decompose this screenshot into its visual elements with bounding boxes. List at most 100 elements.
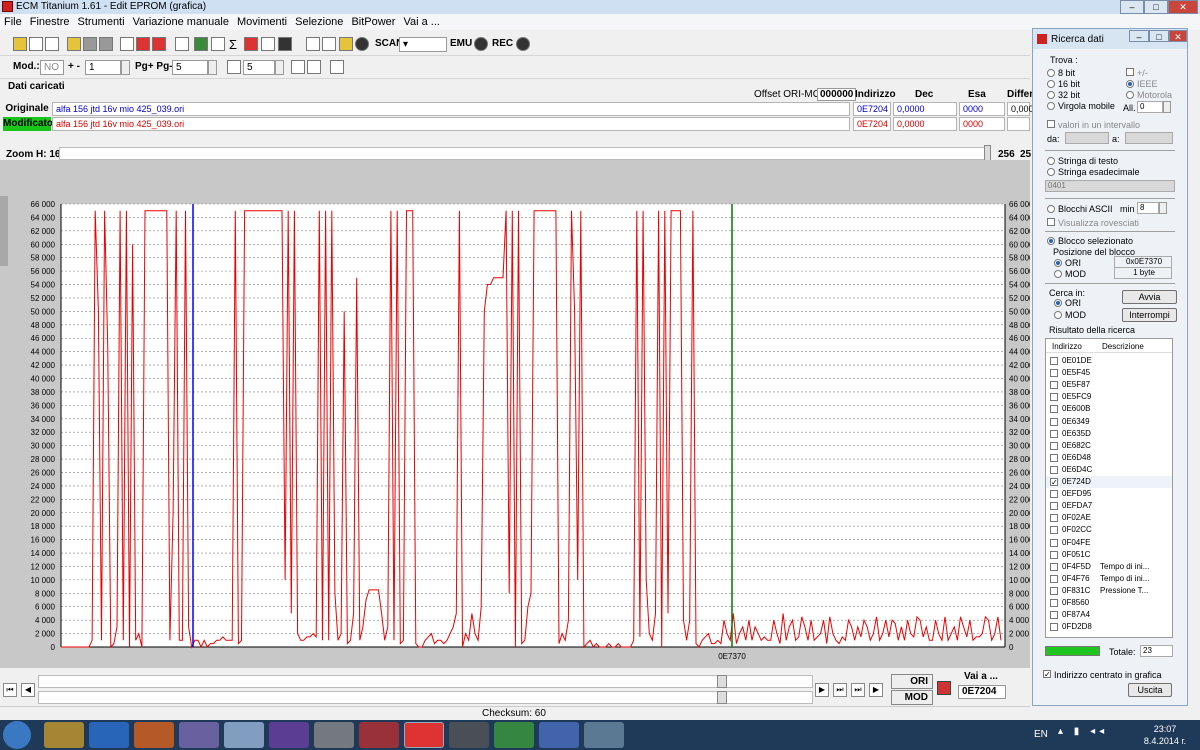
mod-input[interactable]: NO: [40, 60, 64, 75]
results-row[interactable]: 0EFD95: [1046, 488, 1172, 500]
pg-input[interactable]: 5: [172, 60, 208, 75]
result-checkbox[interactable]: [1050, 465, 1058, 474]
results-row[interactable]: 0F831C Pressione T...: [1046, 585, 1172, 597]
checkbox-centrato[interactable]: ✓: [1043, 670, 1051, 679]
save-icon[interactable]: [83, 37, 97, 51]
results-row[interactable]: 0F4F76 Tempo di ini...: [1046, 573, 1172, 585]
radio-32bit[interactable]: [1047, 91, 1055, 99]
menu-file[interactable]: File: [0, 14, 26, 30]
paint-icon[interactable]: [224, 722, 264, 748]
last-icon[interactable]: ⏭: [851, 683, 865, 697]
checksum-icon[interactable]: [120, 37, 134, 51]
radio-virgola[interactable]: [1047, 102, 1055, 110]
results-row[interactable]: 0E600B: [1046, 403, 1172, 415]
radio-8bit[interactable]: [1047, 69, 1055, 77]
p-input[interactable]: 5: [243, 60, 275, 75]
media-icon[interactable]: [449, 722, 489, 748]
checkbox-intervallo[interactable]: [1047, 120, 1055, 128]
next-icon[interactable]: ▶: [815, 683, 829, 697]
ecm-titanium-icon[interactable]: [404, 722, 444, 748]
map-icon[interactable]: [136, 37, 150, 51]
plusminus-spinner[interactable]: [121, 60, 130, 75]
maximize-button[interactable]: □: [1144, 0, 1168, 14]
radio-cerca-ori[interactable]: [1054, 299, 1062, 307]
result-checkbox[interactable]: [1050, 526, 1058, 535]
windows-icon[interactable]: [45, 37, 59, 51]
table2-icon[interactable]: [330, 60, 344, 74]
results-row[interactable]: 0FD2D8: [1046, 621, 1172, 633]
da-input[interactable]: [1065, 132, 1109, 144]
compare-icon[interactable]: [152, 37, 166, 51]
results-row[interactable]: 0F02CC: [1046, 524, 1172, 536]
ie-icon[interactable]: [89, 722, 129, 748]
device-icon[interactable]: [194, 37, 208, 51]
pg-spinner[interactable]: [208, 60, 217, 75]
result-checkbox[interactable]: [1050, 381, 1058, 390]
uscita-button[interactable]: Uscita: [1128, 683, 1172, 697]
result-checkbox[interactable]: [1050, 357, 1058, 365]
results-row[interactable]: 0E6D4C: [1046, 464, 1172, 476]
menu-variazione-manuale[interactable]: Variazione manuale: [129, 14, 233, 30]
result-checkbox[interactable]: [1050, 369, 1058, 378]
emu-icon[interactable]: [474, 37, 488, 51]
minimize-button[interactable]: –: [1120, 0, 1144, 14]
radio-cerca-mod[interactable]: [1054, 311, 1062, 319]
result-checkbox[interactable]: [1050, 623, 1058, 632]
result-checkbox[interactable]: [1050, 550, 1058, 559]
app-icon-3[interactable]: [539, 722, 579, 748]
results-row[interactable]: 0E6D48: [1046, 452, 1172, 464]
results-row[interactable]: ✓ 0E724D: [1046, 476, 1172, 488]
rec-icon[interactable]: [516, 37, 530, 51]
grid2-icon[interactable]: [307, 60, 321, 74]
result-checkbox[interactable]: [1050, 562, 1058, 571]
result-checkbox[interactable]: [1050, 574, 1058, 583]
results-row[interactable]: 0E5F45: [1046, 367, 1172, 379]
results-row[interactable]: 0F8560: [1046, 597, 1172, 609]
text-icon[interactable]: [306, 37, 320, 51]
radio-pos-mod[interactable]: [1054, 270, 1062, 278]
folder-open-icon[interactable]: [67, 37, 81, 51]
menu-finestre[interactable]: Finestre: [26, 14, 74, 30]
run-icon[interactable]: [339, 37, 353, 51]
checkbox-visualizza[interactable]: [1047, 218, 1055, 226]
scan-dropdown[interactable]: ▾: [399, 37, 447, 52]
stringa-input[interactable]: 0401: [1045, 180, 1175, 192]
binoculars-icon[interactable]: [278, 37, 292, 51]
scroll-track-bottom[interactable]: [38, 691, 813, 704]
result-checkbox[interactable]: [1050, 514, 1058, 523]
radio-ieee[interactable]: [1126, 80, 1134, 88]
result-checkbox[interactable]: [1050, 586, 1058, 595]
min-input[interactable]: 8: [1137, 202, 1159, 214]
result-checkbox[interactable]: [1050, 441, 1058, 450]
results-row[interactable]: 0E635D: [1046, 428, 1172, 440]
tray-icons[interactable]: ▴ ▮ ◂◂: [1058, 726, 1128, 740]
home-icon[interactable]: [13, 37, 27, 51]
flag-icon[interactable]: [937, 681, 951, 695]
radio-blocco-selezionato[interactable]: [1047, 237, 1055, 245]
result-checkbox[interactable]: [1050, 429, 1058, 438]
results-row[interactable]: 0EFDA7: [1046, 500, 1172, 512]
results-row[interactable]: 0F051C: [1046, 549, 1172, 561]
menu-bitpower[interactable]: BitPower: [347, 14, 399, 30]
results-row[interactable]: 0E682C: [1046, 440, 1172, 452]
notepad-icon[interactable]: [314, 722, 354, 748]
results-row[interactable]: 0E6349: [1046, 416, 1172, 428]
chrome-icon[interactable]: [494, 722, 534, 748]
results-row[interactable]: 0F87A4: [1046, 609, 1172, 621]
lock-icon[interactable]: [322, 37, 336, 51]
app-icon-2[interactable]: [359, 722, 399, 748]
mod-button[interactable]: MOD: [891, 690, 933, 705]
a-input[interactable]: [1125, 132, 1173, 144]
scroll-thumb-top[interactable]: [717, 675, 727, 688]
results-row[interactable]: 0E5F87: [1046, 379, 1172, 391]
firefox-icon[interactable]: [134, 722, 174, 748]
result-checkbox[interactable]: [1050, 599, 1058, 607]
result-checkbox[interactable]: ✓: [1050, 478, 1058, 487]
scroll-thumb-bottom[interactable]: [717, 691, 727, 704]
result-checkbox[interactable]: [1050, 417, 1058, 426]
results-row[interactable]: 0F02AE: [1046, 512, 1172, 524]
results-row[interactable]: 0E5FC9: [1046, 391, 1172, 403]
scroll-track-top[interactable]: [38, 675, 813, 688]
next-page-icon[interactable]: ⏭: [833, 683, 847, 697]
radio-blocchi-ascii[interactable]: [1047, 205, 1055, 213]
